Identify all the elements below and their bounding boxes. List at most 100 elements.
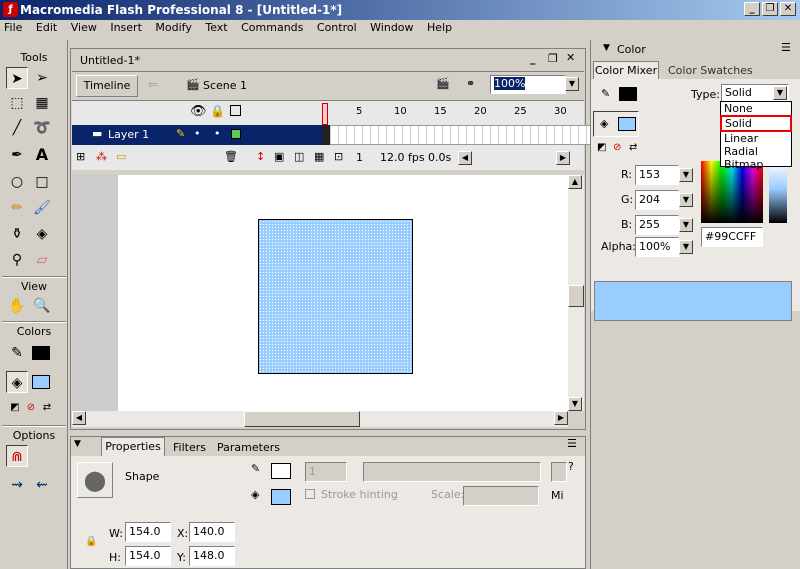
mixer-fill-swatch[interactable] xyxy=(618,117,636,131)
menu-file[interactable]: File xyxy=(4,20,22,34)
x-input[interactable]: 140.0 xyxy=(189,522,235,542)
smooth-icon[interactable]: ⇝ xyxy=(6,474,28,496)
free-transform-tool-icon[interactable]: ⬚ xyxy=(6,92,28,114)
pencil-tool-icon[interactable]: ✏ xyxy=(6,197,28,219)
menu-view[interactable]: View xyxy=(71,20,97,34)
type-option-solid[interactable]: Solid xyxy=(720,115,792,132)
minimize-button[interactable]: _ xyxy=(744,2,760,16)
tab-parameters[interactable]: Parameters xyxy=(217,441,280,454)
rectangle-tool-icon[interactable]: □ xyxy=(31,171,53,193)
type-dropdown-icon[interactable]: ▼ xyxy=(773,86,787,100)
menu-help[interactable]: Help xyxy=(427,20,452,34)
menu-control[interactable]: Control xyxy=(317,20,357,34)
menu-modify[interactable]: Modify xyxy=(155,20,191,34)
stroke-color-swatch-props[interactable] xyxy=(271,463,291,479)
ink-bottle-tool-icon[interactable]: ⚱ xyxy=(6,223,28,245)
frame-cells[interactable] xyxy=(322,125,632,145)
zoom-dropdown-icon[interactable]: ▼ xyxy=(565,77,579,91)
visible-dot[interactable]: • xyxy=(194,127,201,140)
restore-button[interactable]: ❐ xyxy=(762,2,778,16)
blue-rectangle-shape[interactable] xyxy=(258,219,413,374)
straighten-icon[interactable]: ⇜ xyxy=(31,474,53,496)
mixer-swap-colors-icon[interactable]: ⇄ xyxy=(629,142,637,153)
paint-bucket-tool-icon[interactable]: ◈ xyxy=(31,223,53,245)
custom-stroke-button[interactable] xyxy=(551,462,567,482)
red-input[interactable]: 153 xyxy=(635,165,679,185)
panel-collapse-icon[interactable]: ▼ xyxy=(74,439,81,449)
type-option-linear[interactable]: Linear xyxy=(721,132,791,145)
scroll-up-icon[interactable]: ▲ xyxy=(568,175,582,189)
red-slider-icon[interactable]: ▼ xyxy=(679,168,693,182)
add-motion-guide-icon[interactable]: ⁂ xyxy=(96,150,107,163)
line-tool-icon[interactable]: ╱ xyxy=(6,117,28,139)
color-panel-options-icon[interactable]: ☰ xyxy=(781,41,791,54)
mixer-fill-button[interactable]: ◈ xyxy=(593,111,639,137)
zoom-tool-icon[interactable]: 🔍 xyxy=(31,295,53,317)
hex-input[interactable]: #99CCFF xyxy=(701,227,763,247)
tab-filters[interactable]: Filters xyxy=(173,441,206,454)
keyframe[interactable] xyxy=(322,125,330,145)
type-option-none[interactable]: None xyxy=(721,102,791,115)
help-icon[interactable]: ? xyxy=(568,460,574,473)
lock-icon[interactable]: 🔒 xyxy=(210,104,225,118)
fill-color-swatch[interactable] xyxy=(32,375,50,389)
timeline-scroll-right[interactable]: ▶ xyxy=(556,151,570,165)
mixer-no-color-icon[interactable]: ⊘ xyxy=(613,142,621,153)
menu-insert[interactable]: Insert xyxy=(110,20,142,34)
onion-skin-icon[interactable]: ▣ xyxy=(274,150,284,163)
tab-color-mixer[interactable]: Color Mixer xyxy=(593,61,659,79)
tab-properties[interactable]: Properties xyxy=(101,437,165,456)
close-button[interactable]: ✕ xyxy=(780,2,796,16)
stroke-width-input[interactable]: 1 xyxy=(305,462,347,482)
text-tool-icon[interactable]: A xyxy=(31,144,53,166)
green-input[interactable]: 204 xyxy=(635,190,679,210)
scroll-down-icon[interactable]: ▼ xyxy=(568,397,582,411)
subselect-tool-icon[interactable]: ➢ xyxy=(31,67,53,89)
arrow-tool-icon[interactable]: ➤ xyxy=(6,67,28,89)
green-slider-icon[interactable]: ▼ xyxy=(679,193,693,207)
doc-restore-icon[interactable]: ❐ xyxy=(548,52,558,65)
tab-color-swatches[interactable]: Color Swatches xyxy=(668,64,753,77)
pen-tool-icon[interactable]: ✒ xyxy=(6,144,28,166)
type-option-bitmap[interactable]: Bitmap xyxy=(721,158,791,171)
oval-tool-icon[interactable]: ○ xyxy=(6,171,28,193)
color-panel-collapse-icon[interactable]: ▼ xyxy=(603,43,610,53)
lock-aspect-icon[interactable]: 🔒 xyxy=(85,536,97,547)
doc-minimize-icon[interactable]: _ xyxy=(530,52,536,65)
outline-icon[interactable] xyxy=(230,105,241,116)
show-hide-icon[interactable]: 👁 xyxy=(190,104,207,119)
hand-tool-icon[interactable]: ✋ xyxy=(6,295,28,317)
onion-outlines-icon[interactable]: ◫ xyxy=(294,150,304,163)
scroll-right-icon[interactable]: ▶ xyxy=(554,411,568,425)
doc-close-icon[interactable]: ✕ xyxy=(566,51,575,64)
vertical-scroll-thumb[interactable] xyxy=(568,285,584,307)
width-input[interactable]: 154.0 xyxy=(125,522,171,542)
edit-scene-icon[interactable]: 🎬 xyxy=(436,77,450,90)
stroke-style-select[interactable] xyxy=(363,462,541,482)
panel-options-icon[interactable]: ☰ xyxy=(567,437,577,450)
mixer-default-colors-icon[interactable]: ◩ xyxy=(597,142,606,153)
blue-slider-icon[interactable]: ▼ xyxy=(679,218,693,232)
lasso-tool-icon[interactable]: ➰ xyxy=(31,117,53,139)
modify-onion-markers-icon[interactable]: ⊡ xyxy=(334,150,343,163)
eraser-tool-icon[interactable]: ▱ xyxy=(31,249,53,271)
insert-layer-icon[interactable]: ⊞ xyxy=(76,150,85,163)
playhead[interactable] xyxy=(322,103,328,125)
menu-commands[interactable]: Commands xyxy=(241,20,303,34)
blue-input[interactable]: 255 xyxy=(635,215,679,235)
mixer-stroke-swatch[interactable] xyxy=(619,87,637,101)
outline-color-box[interactable] xyxy=(231,129,241,139)
edit-multiple-frames-icon[interactable]: ▦ xyxy=(314,150,324,163)
brush-tool-icon[interactable]: 🖌 xyxy=(31,197,53,219)
stroke-hinting-checkbox[interactable] xyxy=(305,489,315,499)
scale-select[interactable] xyxy=(463,486,539,506)
menu-window[interactable]: Window xyxy=(370,20,413,34)
back-arrow-icon[interactable]: ⇦ xyxy=(148,78,157,91)
frame-ruler[interactable]: 1 5 10 15 20 25 30 35 xyxy=(322,103,632,123)
edit-symbols-icon[interactable]: ⚭ xyxy=(466,77,475,90)
eyedropper-tool-icon[interactable]: ⚲ xyxy=(6,249,28,271)
layer-row[interactable]: ▬ Layer 1 ✎ • • xyxy=(72,125,322,145)
stroke-color-swatch[interactable] xyxy=(32,346,50,360)
scroll-left-icon[interactable]: ◀ xyxy=(72,411,86,425)
document-tab[interactable]: Untitled-1* xyxy=(80,54,140,67)
